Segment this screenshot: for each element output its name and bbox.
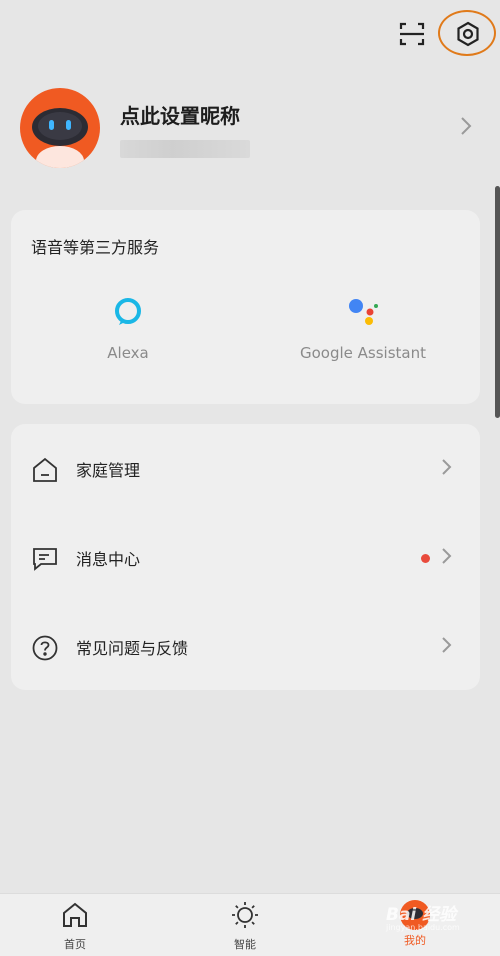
avatar[interactable]: [20, 88, 100, 168]
question-icon: [32, 635, 58, 661]
profile-row[interactable]: 点此设置昵称: [20, 88, 480, 168]
account-id-blurred: [120, 140, 250, 158]
menu-item-message-center[interactable]: 消息中心: [11, 523, 480, 593]
chevron-right-icon: [442, 548, 452, 564]
menu-item-faq-feedback[interactable]: 常见问题与反馈: [11, 612, 480, 682]
menu-label-message-center: 消息中心: [76, 550, 141, 569]
alexa-service[interactable]: Alexa: [28, 296, 228, 362]
watermark-sub: jingyan.baidu.com: [386, 923, 460, 932]
scan-icon: [399, 22, 425, 46]
tab-label-home: 首页: [64, 938, 86, 951]
sun-icon: [232, 902, 258, 928]
menu-card: 家庭管理 消息中心 常见问题与反馈: [11, 424, 480, 690]
chevron-right-icon: [442, 459, 452, 475]
google-assistant-service[interactable]: Google Assistant: [263, 296, 463, 362]
chevron-right-icon: [442, 637, 452, 653]
avatar-robot-face: [38, 112, 82, 140]
tab-label-smart: 智能: [234, 938, 256, 951]
google-assistant-label: Google Assistant: [300, 344, 426, 362]
avatar-robot-body: [36, 146, 84, 168]
voice-services-card: 语音等第三方服务 Alexa Google Assistant: [11, 210, 480, 404]
tab-home[interactable]: 首页: [25, 900, 125, 952]
top-bar: [396, 10, 496, 56]
google-assistant-icon: [349, 299, 378, 325]
unread-badge: [421, 554, 430, 563]
watermark-text: Bai 经验: [386, 905, 457, 925]
highlight-ring: [438, 10, 496, 56]
home-outline-icon: [33, 457, 57, 482]
scan-button[interactable]: [396, 18, 428, 50]
chevron-right-icon: [461, 117, 472, 135]
alexa-label: Alexa: [107, 344, 149, 362]
settings-button[interactable]: [438, 10, 496, 56]
menu-item-home-management[interactable]: 家庭管理: [11, 434, 480, 504]
message-icon: [33, 548, 57, 571]
nickname-label[interactable]: 点此设置昵称: [120, 100, 240, 129]
watermark: Bai 经验 jingyan.baidu.com: [386, 900, 460, 932]
voice-services-title: 语音等第三方服务: [31, 238, 160, 257]
avatar-eye-left: [49, 120, 54, 130]
menu-label-faq-feedback: 常见问题与反馈: [76, 639, 189, 658]
scrollbar[interactable]: [495, 186, 500, 418]
tab-smart[interactable]: 智能: [195, 900, 295, 952]
alexa-icon: [115, 298, 141, 325]
avatar-eye-right: [66, 120, 71, 130]
tab-label-me: 我的: [404, 934, 426, 947]
menu-label-home-management: 家庭管理: [76, 461, 141, 480]
home-icon: [63, 902, 87, 927]
